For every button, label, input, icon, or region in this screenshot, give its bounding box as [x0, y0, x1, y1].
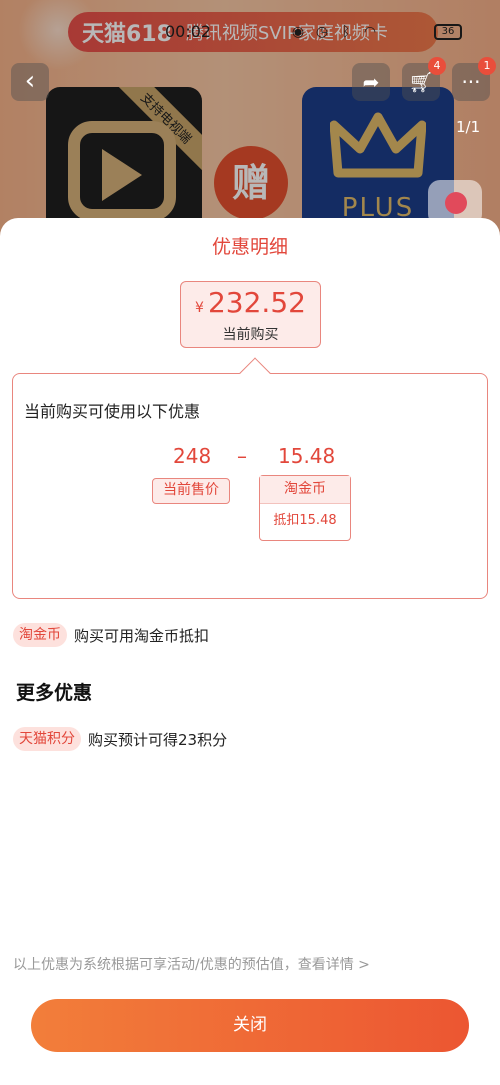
modal-overlay[interactable] [0, 0, 500, 240]
price-label: 当前购买 [222, 327, 279, 343]
image-page-indicator: 1/1 [456, 118, 481, 136]
back-button[interactable]: ‹ [11, 63, 49, 101]
coin-tag-title: 淘金币 [260, 476, 350, 504]
chart-icon [445, 192, 467, 214]
share-icon: ➦ [362, 70, 380, 94]
more-discounts-title: 更多优惠 [16, 682, 93, 704]
original-price-value: 248 [173, 444, 212, 468]
share-button[interactable]: ➦ [352, 63, 390, 101]
points-pill: 天猫积分 [13, 727, 81, 751]
more-icon: ··· [461, 70, 481, 94]
detail-heading: 当前购买可使用以下优惠 [24, 402, 201, 421]
minus-operator: – [237, 444, 247, 468]
close-button[interactable]: 关闭 [31, 999, 469, 1052]
discount-detail-sheet: 优惠明细 ¥232.52 当前购买 当前购买可使用以下优惠 248 – 15.4… [0, 218, 500, 1085]
discount-value: 15.48 [278, 444, 336, 468]
cart-icon: 🛒︎ [408, 70, 434, 94]
original-price-tag: 当前售价 [152, 478, 230, 504]
cart-badge: 4 [428, 57, 446, 75]
coin-discount-tag: 淘金币 抵扣15.48 [259, 475, 351, 541]
coin-row: 淘金币 购买可用淘金币抵扣 [13, 623, 209, 647]
coin-row-text: 购买可用淘金币抵扣 [74, 626, 210, 645]
price-amount: 232.52 [207, 286, 306, 319]
sheet-title: 优惠明细 [211, 236, 288, 258]
details-link[interactable]: 以上优惠为系统根据可享活动/优惠的预估值，查看详情 > [13, 954, 370, 974]
more-button[interactable]: ··· 1 [452, 57, 496, 101]
product-page-background: 天猫618 腾讯视频SVIP家庭视频卡 00:02 ◉ ◷ ᛒ ◠ 36 支持电… [0, 0, 500, 240]
currency-symbol: ¥ [195, 300, 204, 316]
current-price: ¥232.52 [181, 286, 320, 319]
discount-detail-box: 当前购买可使用以下优惠 248 – 15.48 当前售价 淘金币 抵扣15.48 [12, 357, 488, 599]
points-row: 天猫积分 购买预计可得23积分 [13, 727, 227, 751]
coin-tag-desc: 抵扣15.48 [273, 513, 337, 528]
message-badge: 1 [478, 57, 496, 75]
callout-notch [239, 357, 271, 389]
points-row-text: 购买预计可得23积分 [88, 730, 228, 749]
cart-button[interactable]: 🛒︎ 4 [402, 57, 446, 101]
coin-pill: 淘金币 [13, 623, 67, 647]
current-price-box: ¥232.52 当前购买 [180, 281, 321, 348]
